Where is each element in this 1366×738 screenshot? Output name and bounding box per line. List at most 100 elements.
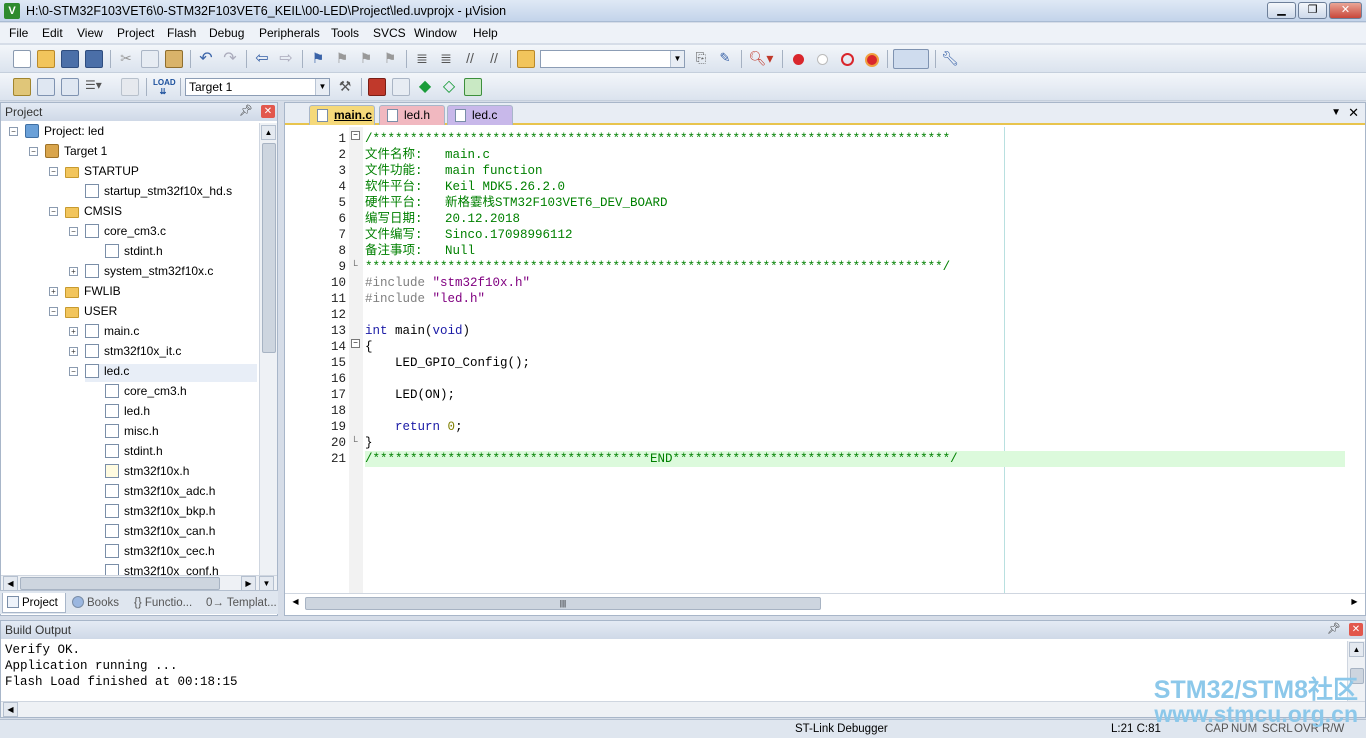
menu-help[interactable]: Help — [473, 26, 498, 40]
tab-led-c[interactable]: led.c — [447, 105, 513, 125]
scroll-up-icon[interactable]: ▲ — [1349, 642, 1364, 657]
tree-node-file[interactable]: stdint.h — [105, 444, 163, 462]
tree-node-file[interactable]: + system_stm32f10x.c — [69, 264, 213, 282]
tab-main-c[interactable]: main.c — [309, 105, 375, 125]
enable-breakpoint-icon[interactable] — [817, 54, 828, 65]
chevron-down-icon[interactable]: ▼ — [315, 79, 329, 95]
target-options-icon[interactable]: ⚒ — [336, 78, 354, 96]
collapse-icon[interactable]: − — [9, 127, 18, 136]
tree-horizontal-scrollbar[interactable]: ◀ ▶ ▼ — [1, 575, 277, 591]
menu-tools[interactable]: Tools — [331, 26, 359, 40]
tree-node-file[interactable]: stdint.h — [105, 244, 163, 262]
build-output-horizontal-scrollbar[interactable]: ◀ — [1, 701, 1365, 717]
collapse-icon[interactable]: − — [49, 307, 58, 316]
save-all-icon[interactable] — [85, 50, 103, 68]
close-tab-icon[interactable]: ✕ — [1348, 105, 1359, 121]
tree-node-file[interactable]: + main.c — [69, 324, 139, 342]
collapse-icon[interactable]: − — [29, 147, 38, 156]
build-icon[interactable] — [37, 78, 55, 96]
open-file-icon[interactable] — [37, 50, 55, 68]
download-icon[interactable]: LOAD ⇊ — [153, 78, 176, 96]
insert-breakpoint-icon[interactable] — [793, 54, 804, 65]
minimize-button[interactable]: ▁ — [1267, 2, 1296, 19]
menu-window[interactable]: Window — [414, 26, 457, 40]
kill-breakpoints-icon[interactable] — [865, 53, 879, 67]
target-select[interactable]: Target 1 ▼ — [185, 78, 330, 96]
scroll-left-icon[interactable]: ◀ — [288, 595, 303, 610]
scroll-thumb[interactable] — [20, 577, 220, 590]
menu-peripherals[interactable]: Peripherals — [259, 26, 320, 40]
tree-node-file[interactable]: misc.h — [105, 424, 159, 442]
indent-icon[interactable]: ≣ — [413, 50, 431, 68]
tree-node-file[interactable]: + stm32f10x_it.c — [69, 344, 181, 362]
menu-edit[interactable]: Edit — [42, 26, 63, 40]
collapse-icon[interactable]: − — [49, 207, 58, 216]
select-packs-icon[interactable] — [392, 78, 410, 96]
tree-node-file[interactable]: stm32f10x_conf.h — [105, 564, 219, 575]
tab-list-chevron-icon[interactable]: ▼ — [1331, 107, 1341, 118]
tree-node-file[interactable]: stm32f10x_adc.h — [105, 484, 215, 502]
cut-icon[interactable]: ✂ — [117, 50, 135, 68]
close-window-button[interactable]: ✕ — [1329, 2, 1362, 19]
disable-breakpoints-icon[interactable] — [841, 53, 854, 66]
unindent-icon[interactable]: ≣ — [437, 50, 455, 68]
uncomment-icon[interactable]: // — [485, 50, 503, 68]
find-combo[interactable]: ▼ — [540, 50, 685, 68]
window-layout-icon[interactable] — [893, 49, 929, 69]
debug-session-icon[interactable]: 🔍︎▾ — [748, 50, 774, 68]
scroll-right-icon[interactable]: ▶ — [241, 576, 256, 591]
bookmark-icon[interactable]: ⚑ — [309, 50, 327, 68]
expand-icon[interactable]: + — [69, 267, 78, 276]
find-icon[interactable]: ⎘ — [692, 50, 710, 68]
scroll-down-icon[interactable]: ▼ — [259, 576, 274, 591]
menu-view[interactable]: View — [77, 26, 103, 40]
manage-project-icon[interactable] — [464, 78, 482, 96]
scroll-right-icon[interactable]: ▶ — [1347, 595, 1362, 610]
comment-icon[interactable]: // — [461, 50, 479, 68]
navigate-forward-icon[interactable]: ⇨ — [277, 50, 295, 68]
tree-node-file[interactable]: startup_stm32f10x_hd.s — [85, 184, 232, 202]
tree-vertical-scrollbar[interactable]: ▲ — [259, 123, 277, 575]
tree-node-file[interactable]: stm32f10x_bkp.h — [105, 504, 215, 522]
build-output-scrollbar[interactable]: ▲ — [1347, 641, 1365, 703]
tree-node-project[interactable]: − Project: led — [9, 124, 104, 142]
pin-icon[interactable]: 📌︎ — [1327, 622, 1341, 635]
editor-horizontal-scrollbar[interactable]: ◀ ||| ▶ — [285, 593, 1365, 611]
pack-installer-icon[interactable]: ◆ — [416, 78, 434, 96]
clear-bookmarks-icon[interactable]: ⚑ — [381, 50, 399, 68]
tab-project[interactable]: Project — [2, 593, 66, 613]
tree-node-fwlib[interactable]: + FWLIB — [49, 284, 121, 302]
redo-icon[interactable]: ↷ — [221, 50, 239, 68]
tree-node-file[interactable]: stm32f10x.h — [105, 464, 189, 482]
collapse-icon[interactable]: − — [69, 227, 78, 236]
navigate-back-icon[interactable]: ⇦ — [253, 50, 271, 68]
undo-icon[interactable]: ↶ — [197, 50, 215, 68]
maximize-button[interactable]: ❐ — [1298, 2, 1327, 19]
tree-node-file[interactable]: − core_cm3.c — [69, 224, 166, 242]
scroll-thumb[interactable] — [1350, 668, 1364, 684]
menu-debug[interactable]: Debug — [209, 26, 244, 40]
rebuild-icon[interactable] — [61, 78, 79, 96]
collapse-icon[interactable]: − — [69, 367, 78, 376]
paste-icon[interactable] — [165, 50, 183, 68]
pin-icon[interactable]: 📌︎ — [239, 104, 253, 117]
menu-flash[interactable]: Flash — [167, 26, 196, 40]
fold-toggle-icon[interactable]: − — [351, 339, 360, 348]
scroll-up-icon[interactable]: ▲ — [261, 125, 276, 140]
scroll-thumb[interactable]: ||| — [305, 597, 821, 610]
tree-node-cmsis[interactable]: − CMSIS — [49, 204, 122, 222]
next-bookmark-icon[interactable]: ⚑ — [357, 50, 375, 68]
menu-project[interactable]: Project — [117, 26, 154, 40]
scroll-left-icon[interactable]: ◀ — [3, 576, 18, 591]
run-time-env-icon[interactable]: ◇ — [440, 78, 458, 96]
tree-node-user[interactable]: − USER — [49, 304, 117, 322]
collapse-icon[interactable]: − — [49, 167, 58, 176]
tree-node-file[interactable]: stm32f10x_can.h — [105, 524, 215, 542]
tab-books[interactable]: Books — [68, 593, 128, 613]
close-panel-icon[interactable]: ✕ — [261, 105, 275, 118]
prev-bookmark-icon[interactable]: ⚑ — [333, 50, 351, 68]
menu-file[interactable]: File — [9, 26, 28, 40]
expand-icon[interactable]: + — [69, 347, 78, 356]
new-file-icon[interactable] — [13, 50, 31, 68]
expand-icon[interactable]: + — [69, 327, 78, 336]
